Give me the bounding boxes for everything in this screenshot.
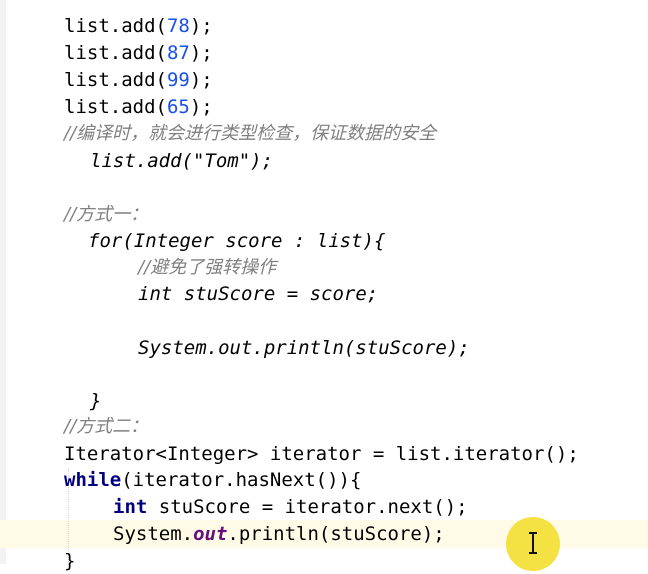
code-comment: //方式二：: [64, 416, 149, 437]
code-line: while(iterator.hasNext()){: [64, 469, 362, 491]
code-line: list.add(99);: [64, 69, 213, 91]
code-line: list.add("Tom");: [90, 150, 274, 172]
code-line: int stuScore = iterator.next();: [113, 496, 468, 518]
code-line: list.add(65);: [64, 96, 213, 118]
code-comment: //方式一：: [64, 204, 149, 225]
editor-gutter: [0, 0, 6, 564]
code-line: }: [90, 390, 102, 412]
code-line: list.add(87);: [64, 42, 213, 64]
code-line: }: [64, 550, 76, 572]
code-line: Iterator<Integer> iterator = list.iterat…: [64, 443, 579, 465]
code-line: list.add(78);: [64, 15, 213, 37]
code-line: System.out.println(stuScore);: [138, 337, 470, 359]
i-beam-cursor-icon: [528, 532, 538, 554]
code-line: int stuScore = score;: [138, 283, 379, 305]
code-comment: //避免了强转操作: [138, 257, 277, 278]
code-comment: //编译时，就会进行类型检查，保证数据的安全: [64, 123, 437, 144]
code-line: System.out.println(stuScore);: [113, 523, 445, 545]
code-line: for(Integer score : list){: [88, 230, 386, 252]
